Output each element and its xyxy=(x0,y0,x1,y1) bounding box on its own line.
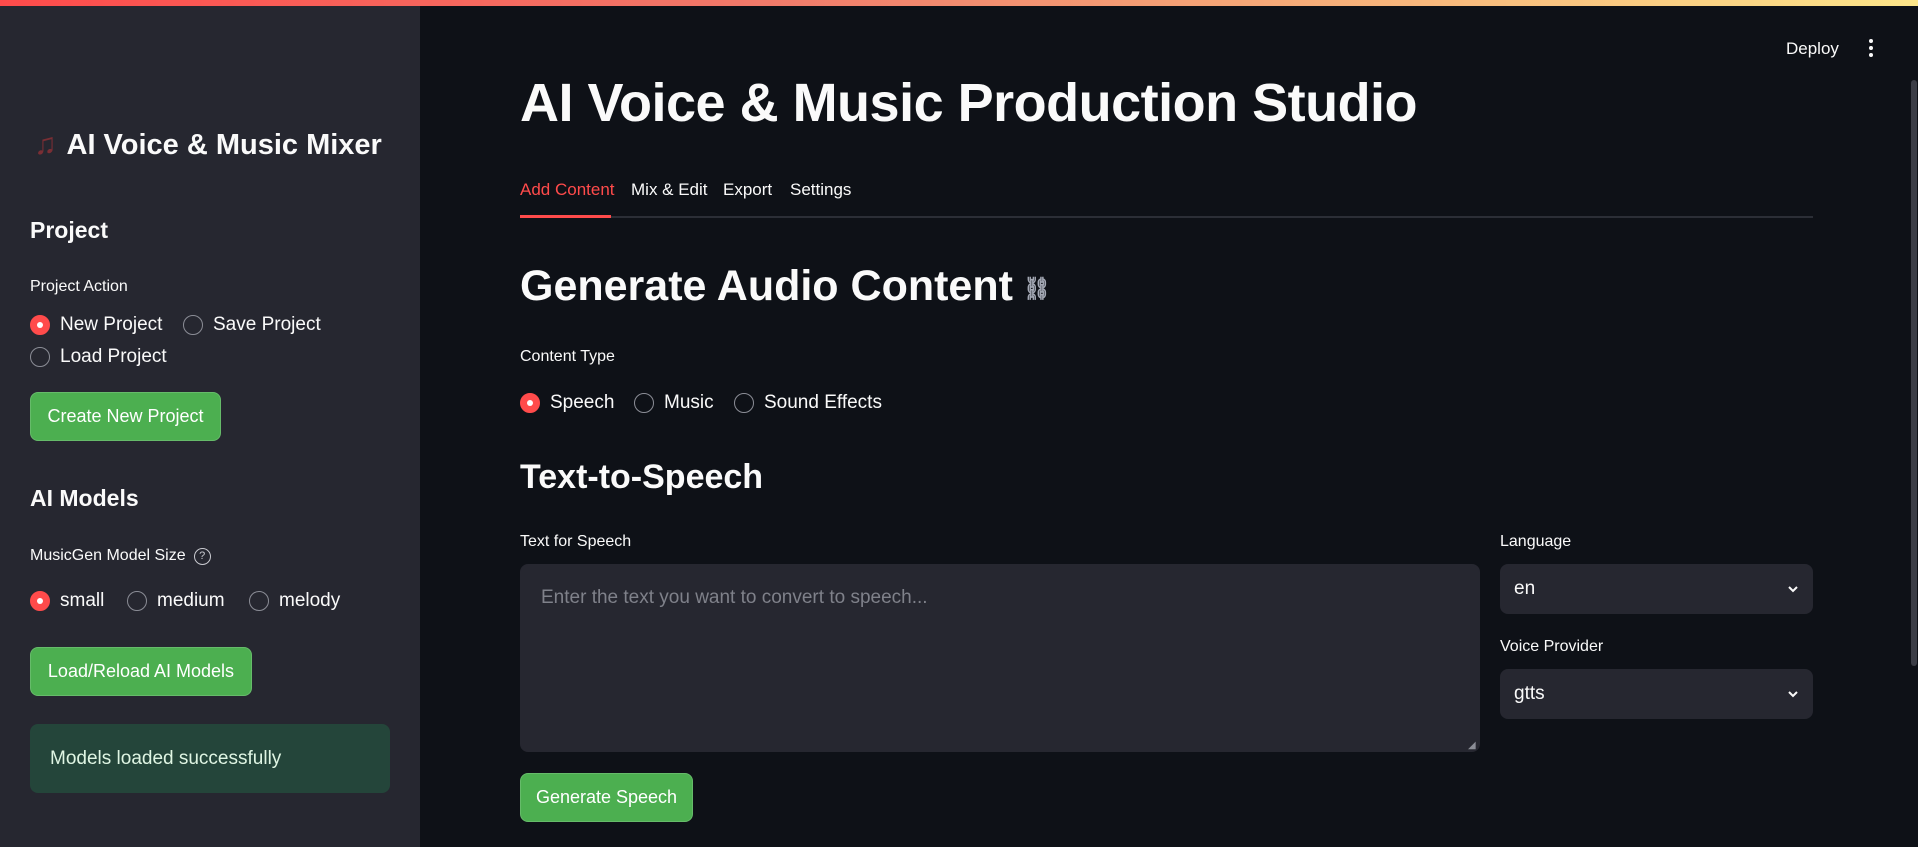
sidebar: ♫ AI Voice & Music Mixer Project Project… xyxy=(0,6,420,847)
radio-small[interactable]: small xyxy=(30,590,104,612)
tab-settings[interactable]: Settings xyxy=(790,180,851,200)
radio-checked-icon[interactable] xyxy=(30,591,50,611)
voice-provider-select[interactable]: gtts xyxy=(1500,669,1813,719)
radio-new-project[interactable]: New Project xyxy=(30,314,162,336)
more-menu-icon[interactable] xyxy=(1866,37,1876,59)
tab-bar: Add Content Mix & Edit Export Settings xyxy=(520,176,1813,218)
radio-label: small xyxy=(60,590,105,611)
radio-unchecked-icon[interactable] xyxy=(127,591,147,611)
radio-label: Load Project xyxy=(60,346,167,367)
tab-export[interactable]: Export xyxy=(723,180,772,200)
radio-label: New Project xyxy=(60,314,163,335)
radio-sound-effects[interactable]: Sound Effects xyxy=(734,392,882,414)
language-value: en xyxy=(1514,578,1536,599)
radio-label: medium xyxy=(157,590,225,611)
page-title: AI Voice & Music Production Studio xyxy=(520,73,1418,133)
radio-speech[interactable]: Speech xyxy=(520,392,614,414)
radio-unchecked-icon[interactable] xyxy=(734,393,754,413)
radio-melody[interactable]: melody xyxy=(249,590,340,612)
radio-save-project[interactable]: Save Project xyxy=(183,314,321,336)
radio-checked-icon[interactable] xyxy=(30,315,50,335)
resize-handle-icon[interactable]: ◢ xyxy=(1468,740,1478,751)
language-label: Language xyxy=(1500,533,1572,550)
models-status-alert: Models loaded successfully xyxy=(30,724,390,793)
tab-mix-edit[interactable]: Mix & Edit xyxy=(631,180,708,200)
create-new-project-button[interactable]: Create New Project xyxy=(30,392,221,441)
chevron-down-icon xyxy=(1788,586,1798,593)
generate-speech-button[interactable]: Generate Speech xyxy=(520,773,693,822)
active-tab-indicator xyxy=(520,215,611,218)
project-heading: Project xyxy=(30,217,108,243)
model-size-label-text: MusicGen Model Size xyxy=(30,547,186,564)
content-type-label: Content Type xyxy=(520,348,615,365)
radio-checked-icon[interactable] xyxy=(520,393,540,413)
radio-medium[interactable]: medium xyxy=(127,590,225,612)
radio-label: Save Project xyxy=(213,314,321,335)
ai-models-heading: AI Models xyxy=(30,485,139,511)
link-icon[interactable]: ⛓ xyxy=(1023,276,1051,302)
speech-text-input[interactable] xyxy=(520,564,1480,752)
music-note-icon: ♫ xyxy=(34,128,57,161)
load-reload-models-button[interactable]: Load/Reload AI Models xyxy=(30,647,252,696)
text-for-speech-label: Text for Speech xyxy=(520,533,632,550)
radio-unchecked-icon[interactable] xyxy=(634,393,654,413)
help-icon[interactable]: ? xyxy=(193,547,211,565)
tts-heading: Text-to-Speech xyxy=(520,458,764,496)
radio-label: Music xyxy=(664,392,714,413)
radio-load-project[interactable]: Load Project xyxy=(30,346,167,368)
voice-provider-label: Voice Provider xyxy=(1500,638,1604,655)
section-title-text: Generate Audio Content xyxy=(520,262,1013,310)
scrollbar[interactable] xyxy=(1911,80,1917,666)
chevron-down-icon xyxy=(1788,691,1798,698)
radio-unchecked-icon[interactable] xyxy=(183,315,203,335)
radio-label: Speech xyxy=(550,392,615,413)
radio-label: melody xyxy=(279,590,341,611)
tab-add-content[interactable]: Add Content xyxy=(520,180,615,200)
radio-unchecked-icon[interactable] xyxy=(30,347,50,367)
section-title: Generate Audio Content ⛓ xyxy=(520,262,1051,311)
radio-music[interactable]: Music xyxy=(634,392,714,414)
model-size-label: MusicGen Model Size ? xyxy=(30,547,211,565)
deploy-button[interactable]: Deploy xyxy=(1786,39,1839,59)
radio-unchecked-icon[interactable] xyxy=(249,591,269,611)
voice-provider-value: gtts xyxy=(1514,683,1545,704)
language-select[interactable]: en xyxy=(1500,564,1813,614)
project-action-label: Project Action xyxy=(30,278,128,295)
sidebar-title-text: AI Voice & Music Mixer xyxy=(66,128,382,161)
sidebar-title: ♫ AI Voice & Music Mixer xyxy=(34,128,382,162)
radio-label: Sound Effects xyxy=(764,392,882,413)
